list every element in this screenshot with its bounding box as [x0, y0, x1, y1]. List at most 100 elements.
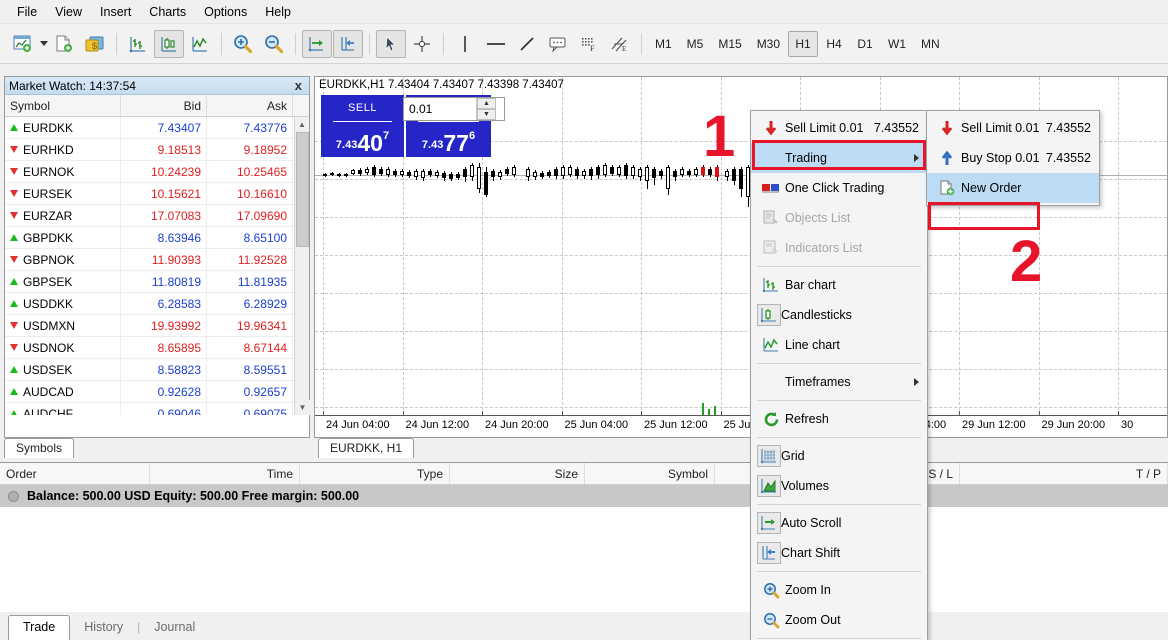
menu-item-charts[interactable]: Charts	[140, 2, 195, 22]
close-icon[interactable]: x	[292, 78, 305, 93]
volume-field[interactable]: ▲ ▼	[403, 97, 505, 121]
menu-separator	[757, 504, 921, 505]
scroll-down-icon[interactable]: ▼	[295, 400, 310, 415]
menu-item-chart-shift[interactable]: Chart Shift	[751, 538, 927, 568]
column-header-size[interactable]: Size	[450, 463, 585, 484]
trendline-icon[interactable]	[512, 30, 542, 58]
menu-item-buy-stop-0-01[interactable]: Buy Stop 0.017.43552	[927, 143, 1099, 173]
timeframe-m5[interactable]: M5	[680, 31, 711, 57]
candlestick	[589, 77, 593, 437]
zoom-out-icon[interactable]	[259, 30, 289, 58]
column-header-bid[interactable]: Bid	[121, 95, 207, 116]
sell-button[interactable]: SELL 7.43 40 7	[321, 95, 406, 157]
chevron-down-icon[interactable]	[40, 41, 48, 46]
menu-item-candlesticks[interactable]: Candlesticks	[751, 300, 927, 330]
bar-chart-icon[interactable]	[123, 30, 153, 58]
crosshair-icon[interactable]	[407, 30, 437, 58]
menu-item-line-chart[interactable]: Line chart	[751, 330, 927, 360]
vertical-line-icon[interactable]	[450, 30, 480, 58]
menu-item-volumes[interactable]: Volumes	[751, 471, 927, 501]
menu-item-zoom-in[interactable]: Zoom In	[751, 575, 927, 605]
timeframe-mn[interactable]: MN	[914, 31, 947, 57]
table-row[interactable]: USDSEK8.588238.59551	[5, 359, 309, 381]
timeframe-w1[interactable]: W1	[881, 31, 913, 57]
horizontal-line-icon[interactable]	[481, 30, 511, 58]
tab-journal[interactable]: Journal	[140, 616, 209, 640]
timeframe-h4[interactable]: H4	[819, 31, 849, 57]
column-header-symbol[interactable]: Symbol	[5, 95, 121, 116]
table-row[interactable]: USDNOK8.658958.67144	[5, 337, 309, 359]
equidistant-channel-icon[interactable]: E	[605, 30, 635, 58]
candlestick-icon[interactable]	[154, 30, 184, 58]
table-row[interactable]: GBPNOK11.9039311.92528	[5, 249, 309, 271]
tab-symbols[interactable]: Symbols	[4, 438, 74, 458]
zoom-in-icon[interactable]	[228, 30, 258, 58]
volume-input[interactable]	[404, 101, 476, 117]
line-chart-icon[interactable]	[185, 30, 215, 58]
stepper-down-icon[interactable]: ▼	[477, 109, 496, 120]
table-row[interactable]: EURZAR17.0708317.09690	[5, 205, 309, 227]
column-header-time[interactable]: Time	[150, 463, 300, 484]
menu-item-sell-limit-0-01[interactable]: Sell Limit 0.017.43552	[751, 113, 927, 143]
menu-item-refresh[interactable]: Refresh	[751, 404, 927, 434]
menu-item-options[interactable]: Options	[195, 2, 256, 22]
column-header-order[interactable]: Order	[0, 463, 150, 484]
stepper-up-icon[interactable]: ▲	[477, 98, 496, 109]
column-header-ask[interactable]: Ask	[207, 95, 293, 116]
menu-item-help[interactable]: Help	[256, 2, 300, 22]
column-header-tp[interactable]: T / P	[960, 463, 1168, 484]
menu-item-zoom-out[interactable]: Zoom Out	[751, 605, 927, 635]
chart-shift-icon[interactable]	[333, 30, 363, 58]
tab-eurdkk-h1[interactable]: EURDKK, H1	[318, 438, 414, 458]
menu-item-file[interactable]: File	[8, 2, 46, 22]
menu-item-new-order[interactable]: New Order	[927, 173, 1099, 203]
column-header-type[interactable]: Type	[300, 463, 450, 484]
table-row[interactable]: USDMXN19.9399219.96341	[5, 315, 309, 337]
quantity-stepper[interactable]: ▲ ▼	[476, 98, 496, 120]
menu-item-view[interactable]: View	[46, 2, 91, 22]
menu-item-label: Buy Stop 0.01	[961, 151, 1040, 165]
one-click-trading-panel[interactable]: SELL 7.43 40 7 BUY 7.43 77 6	[321, 95, 505, 157]
text-icon[interactable]: F	[574, 30, 604, 58]
table-row[interactable]: GBPSEK11.8081911.81935	[5, 271, 309, 293]
table-row[interactable]: EURHKD9.185139.18952	[5, 139, 309, 161]
table-row[interactable]: AUDCAD0.926280.92657	[5, 381, 309, 403]
menu-item-auto-scroll[interactable]: Auto Scroll	[751, 508, 927, 538]
table-row[interactable]: EURSEK10.1562110.16610	[5, 183, 309, 205]
menu-item-sell-limit-0-01[interactable]: Sell Limit 0.017.43552	[927, 113, 1099, 143]
menu-item-trading[interactable]: Trading	[751, 143, 927, 173]
menu-item-grid[interactable]: Grid	[751, 441, 927, 471]
menu-item-timeframes[interactable]: Timeframes	[751, 367, 927, 397]
trading-submenu[interactable]: Sell Limit 0.017.43552Buy Stop 0.017.435…	[926, 110, 1100, 206]
timeframe-m30[interactable]: M30	[750, 31, 787, 57]
table-row[interactable]: AUDCHF0.690460.69075	[5, 403, 309, 415]
table-row[interactable]: GBPDKK8.639468.65100	[5, 227, 309, 249]
table-row[interactable]: EURNOK10.2423910.25465	[5, 161, 309, 183]
cursor-icon[interactable]	[376, 30, 406, 58]
scroll-up-icon[interactable]: ▲	[295, 117, 309, 132]
timeframe-m15[interactable]: M15	[711, 31, 748, 57]
menu-item-bar-chart[interactable]: Bar chart	[751, 270, 927, 300]
new-chart-icon[interactable]	[8, 30, 38, 58]
table-row[interactable]: USDDKK6.285836.28929	[5, 293, 309, 315]
tab-history[interactable]: History	[70, 616, 137, 640]
menu-item-insert[interactable]: Insert	[91, 2, 140, 22]
auto-scroll-icon[interactable]	[302, 30, 332, 58]
balance-row[interactable]: Balance: 500.00 USD Equity: 500.00 Free …	[0, 485, 1168, 507]
timeframe-d1[interactable]: D1	[850, 31, 880, 57]
autotrading-icon[interactable]: $	[80, 30, 110, 58]
market-watch-scrollbar[interactable]: ▲ ▼	[294, 117, 309, 415]
text-label-icon[interactable]	[543, 30, 573, 58]
new-order-icon[interactable]	[49, 30, 79, 58]
expand-collapse-icon[interactable]	[8, 491, 19, 502]
chart-context-menu[interactable]: Sell Limit 0.017.43552TradingOne Click T…	[750, 110, 928, 640]
menu-item-one-click-trading[interactable]: One Click Trading	[751, 173, 927, 203]
candlestick	[554, 77, 558, 437]
tab-trade[interactable]: Trade	[8, 615, 70, 640]
menu-item-label: Bar chart	[785, 278, 836, 292]
timeframe-m1[interactable]: M1	[648, 31, 679, 57]
table-row[interactable]: EURDKK7.434077.43776	[5, 117, 309, 139]
timeframe-h1[interactable]: H1	[788, 31, 818, 57]
scrollbar-thumb[interactable]	[296, 132, 309, 247]
column-header-symbol[interactable]: Symbol	[585, 463, 715, 484]
